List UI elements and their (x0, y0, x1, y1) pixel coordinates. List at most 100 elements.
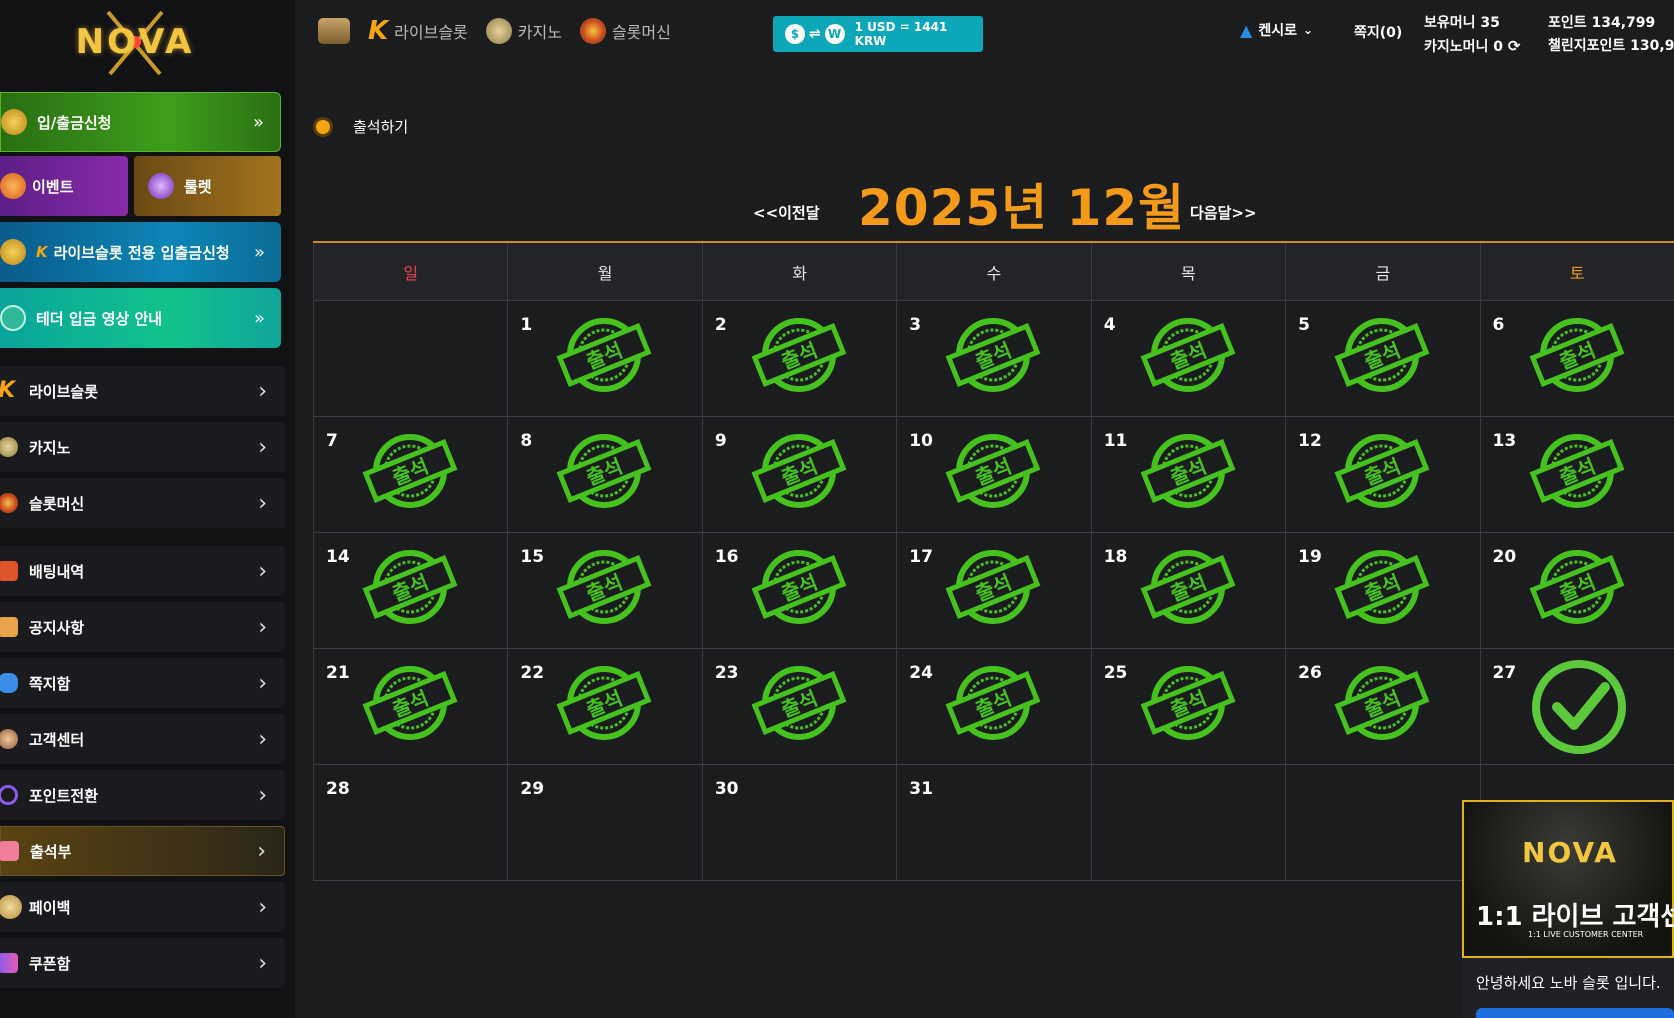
calendar-day-cell[interactable]: 18 출석 (1090, 533, 1286, 649)
calendar-day-cell[interactable]: 24 출석 (896, 649, 1091, 765)
exchange-rate-text: 1 USD = 1441 KRW (854, 20, 948, 48)
double-chevron-right-icon: » (252, 111, 264, 133)
sidebar-item-live-slot[interactable]: K 라이브슬롯 › (0, 366, 285, 416)
calendar-day-cell[interactable]: 25 출석 (1090, 649, 1286, 765)
sidebar-item-label: 라이브슬롯 (29, 382, 99, 401)
calendar-day-cell[interactable]: 1 출석 (507, 301, 702, 417)
calendar-day-cell[interactable]: 10 출석 (896, 417, 1091, 533)
calendar-day-cell[interactable]: 22 출석 (507, 649, 702, 765)
sidebar-item-label: 쿠폰함 (29, 954, 71, 973)
calendar-day-cell[interactable]: 5 출석 (1285, 301, 1480, 417)
calendar-day-cell[interactable]: 21 출석 (313, 649, 508, 765)
live-slot-deposit-button[interactable]: K 라이브슬롯 전용 입출금신청 » (0, 222, 281, 282)
calendar-day-cell[interactable]: 20 출석 (1479, 533, 1674, 649)
slotmachine-icon (579, 18, 606, 44)
tether-label: 테더 입금 영상 안내 (36, 309, 163, 328)
attendance-stamp-icon: 출석 (1334, 431, 1430, 511)
calendar-day-cell[interactable]: 23 출석 (701, 649, 897, 765)
calendar-day-cell[interactable]: 14 출석 (313, 533, 508, 649)
prev-month-link[interactable]: <<이전달 (753, 202, 820, 223)
messages-link[interactable]: 쪽지(0) (1354, 22, 1402, 42)
calendar-day-cell[interactable]: 17 출석 (896, 533, 1091, 649)
calendar-day-cell[interactable]: 29 (507, 765, 702, 881)
calendar-day-cell[interactable]: 7 출석 (313, 417, 508, 533)
calendar-day-cell[interactable]: 26 출석 (1285, 649, 1480, 765)
deposit-withdraw-button[interactable]: 입/출금신청 » (0, 92, 281, 152)
day-number: 21 (326, 663, 350, 683)
calendar-day-cell[interactable]: 6 출석 (1479, 301, 1674, 417)
double-chevron-right-icon: » (253, 241, 265, 263)
calendar-day-cell[interactable]: 2 출석 (701, 301, 897, 417)
sidebar-item-slot-machine[interactable]: 슬롯머신 › (0, 478, 285, 528)
calendar-day-cell[interactable]: 13 출석 (1479, 417, 1674, 533)
attendance-stamp-icon: 출석 (751, 431, 847, 511)
weekday-label: 월 (507, 243, 702, 301)
calendar-day-cell[interactable]: 11 출석 (1090, 417, 1286, 533)
calendar-day-cell[interactable]: 9 출석 (701, 417, 897, 533)
day-number: 10 (909, 431, 933, 451)
next-month-link[interactable]: 다음달>> (1190, 202, 1257, 223)
calendar-day-cell (1285, 765, 1480, 881)
day-number: 4 (1103, 315, 1116, 335)
calendar-day-cell[interactable]: 12 출석 (1285, 417, 1480, 533)
sidebar-item-messages[interactable]: 쪽지함 › (0, 658, 285, 708)
sidebar-item-bet-history[interactable]: 배팅내역 › (0, 546, 285, 596)
attendance-stamp-icon: 출석 (362, 547, 458, 627)
money-box: 보유머니 35 카지노머니 0 ⟳ (1424, 12, 1520, 59)
topnav-slot[interactable] (318, 18, 350, 44)
attendance-stamp-icon: 출석 (1334, 663, 1430, 743)
tether-guide-button[interactable]: 테더 입금 영상 안내 » (0, 288, 281, 348)
user-menu[interactable]: ▲ 켄시로 ⌄ (1240, 20, 1313, 40)
day-number: 15 (520, 547, 545, 567)
sidebar-item-point-exchange[interactable]: 포인트전환 › (0, 770, 285, 820)
calendar-day-cell[interactable]: 3 출석 (896, 301, 1091, 417)
calendar-day-cell[interactable]: 15 출석 (507, 533, 702, 649)
calendar-day-cell[interactable]: 31 (896, 765, 1091, 881)
event-button[interactable]: 이벤트 (0, 156, 128, 216)
calendar-day-cell[interactable]: 30 (701, 765, 897, 881)
sidebar-item-label: 고객센터 (29, 730, 85, 749)
won-coin-icon: W (824, 24, 845, 44)
coins-icon (0, 239, 26, 265)
day-number: 25 (1103, 663, 1128, 683)
username: 켄시로 (1258, 23, 1297, 39)
sidebar-item-support[interactable]: 고객센터 › (0, 714, 285, 764)
day-number: 12 (1298, 431, 1322, 451)
exchange-rate-badge: $ ⇌ W 1 USD = 1441 KRW (773, 16, 983, 52)
calendar-day-cell[interactable]: 4 출석 (1090, 301, 1286, 417)
casino-icon (0, 437, 18, 457)
calendar-day-cell[interactable]: 16 출석 (701, 533, 897, 649)
casino-icon (485, 18, 512, 44)
chevron-right-icon: › (258, 950, 267, 976)
attendance-stamp-icon: 출석 (1334, 315, 1430, 395)
sidebar-item-notice[interactable]: 공지사항 › (0, 602, 285, 652)
sidebar-item-casino[interactable]: 카지노 › (0, 422, 285, 472)
chat-logo: NOVA (1522, 836, 1618, 869)
calendar-day-cell[interactable]: 8 출석 (507, 417, 702, 533)
logo[interactable]: NOVA (60, 10, 210, 76)
live-chat-widget[interactable]: NOVA 1:1 라이브 고객센터 1:1 LIVE CUSTOMER CENT… (1462, 800, 1674, 1018)
chat-start-button[interactable] (1476, 1008, 1674, 1018)
chevron-right-icon: › (258, 378, 267, 404)
refresh-icon[interactable]: ⟳ (1508, 37, 1521, 55)
sidebar-item-payback[interactable]: 페이백 › (0, 882, 285, 932)
calendar-day-cell[interactable]: 28 (313, 765, 508, 881)
weekday-label: 토 (1479, 243, 1674, 301)
roulette-button[interactable]: 룰렛 (134, 156, 281, 216)
day-number: 24 (909, 663, 933, 683)
casino-money-row: 카지노머니 0 ⟳ (1424, 35, 1520, 59)
sidebar-item-coupon[interactable]: 쿠폰함 › (0, 938, 285, 988)
attendance-stamp-icon: 출석 (1140, 547, 1236, 627)
live-deposit-label: 라이브슬롯 전용 입출금신청 (53, 243, 230, 262)
chat-subtitle: 1:1 LIVE CUSTOMER CENTER (1528, 930, 1644, 939)
topnav-live-slot[interactable]: K 라이브슬롯 (368, 18, 468, 44)
calendar-day-cell[interactable]: 19 출석 (1285, 533, 1480, 649)
topnav-slotmachine[interactable]: 슬롯머신 (579, 18, 671, 44)
sidebar-item-attendance[interactable]: 출석부 › (0, 826, 285, 876)
day-number: 14 (326, 547, 350, 567)
topnav-casino[interactable]: 카지노 (485, 18, 562, 44)
chevron-down-icon: ⌄ (1302, 23, 1314, 37)
day-number: 6 (1492, 315, 1505, 335)
calendar-body: 1 출석 2 출석 3 출석 4 출석 5 출석 6 출석 7 출석 8 출석 … (313, 301, 1674, 881)
calendar-day-cell[interactable]: 27 (1479, 649, 1674, 765)
